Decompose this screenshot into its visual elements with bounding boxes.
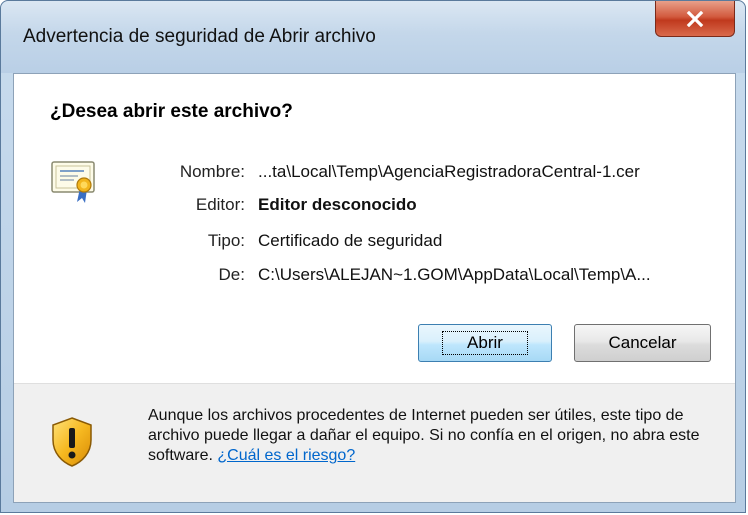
- security-warning-dialog: Advertencia de seguridad de Abrir archiv…: [0, 0, 746, 513]
- cancel-button[interactable]: Cancelar: [574, 324, 711, 362]
- from-label: De:: [218, 265, 245, 284]
- shield-warning-icon: [50, 416, 94, 473]
- editor-label: Editor:: [195, 195, 245, 214]
- type-label: Tipo:: [207, 231, 245, 250]
- certificate-icon: [50, 158, 98, 209]
- cancel-button-label: Cancelar: [608, 333, 677, 352]
- warning-message: Aunque los archivos procedentes de Inter…: [148, 406, 718, 466]
- title-bar[interactable]: Advertencia de seguridad de Abrir archiv…: [1, 1, 745, 73]
- open-button-label: Abrir: [442, 331, 528, 355]
- window-title: Advertencia de seguridad de Abrir archiv…: [23, 26, 376, 47]
- type-value: Certificado de seguridad: [258, 231, 443, 250]
- warning-footer: Aunque los archivos procedentes de Inter…: [14, 383, 735, 502]
- dialog-content: ¿Desea abrir este archivo? Nombre: ...ta…: [13, 73, 736, 503]
- risk-link[interactable]: ¿Cuál es el riesgo?: [217, 447, 355, 464]
- name-value: ...ta\Local\Temp\AgenciaRegistradoraCent…: [258, 162, 640, 181]
- close-icon: [686, 10, 704, 27]
- dialog-question: ¿Desea abrir este archivo?: [50, 101, 293, 122]
- close-button[interactable]: [655, 1, 735, 37]
- editor-value: Editor desconocido: [258, 195, 417, 214]
- open-button[interactable]: Abrir: [418, 324, 552, 362]
- from-value: C:\Users\ALEJAN~1.GOM\AppData\Local\Temp…: [258, 265, 651, 284]
- name-label: Nombre:: [179, 162, 245, 181]
